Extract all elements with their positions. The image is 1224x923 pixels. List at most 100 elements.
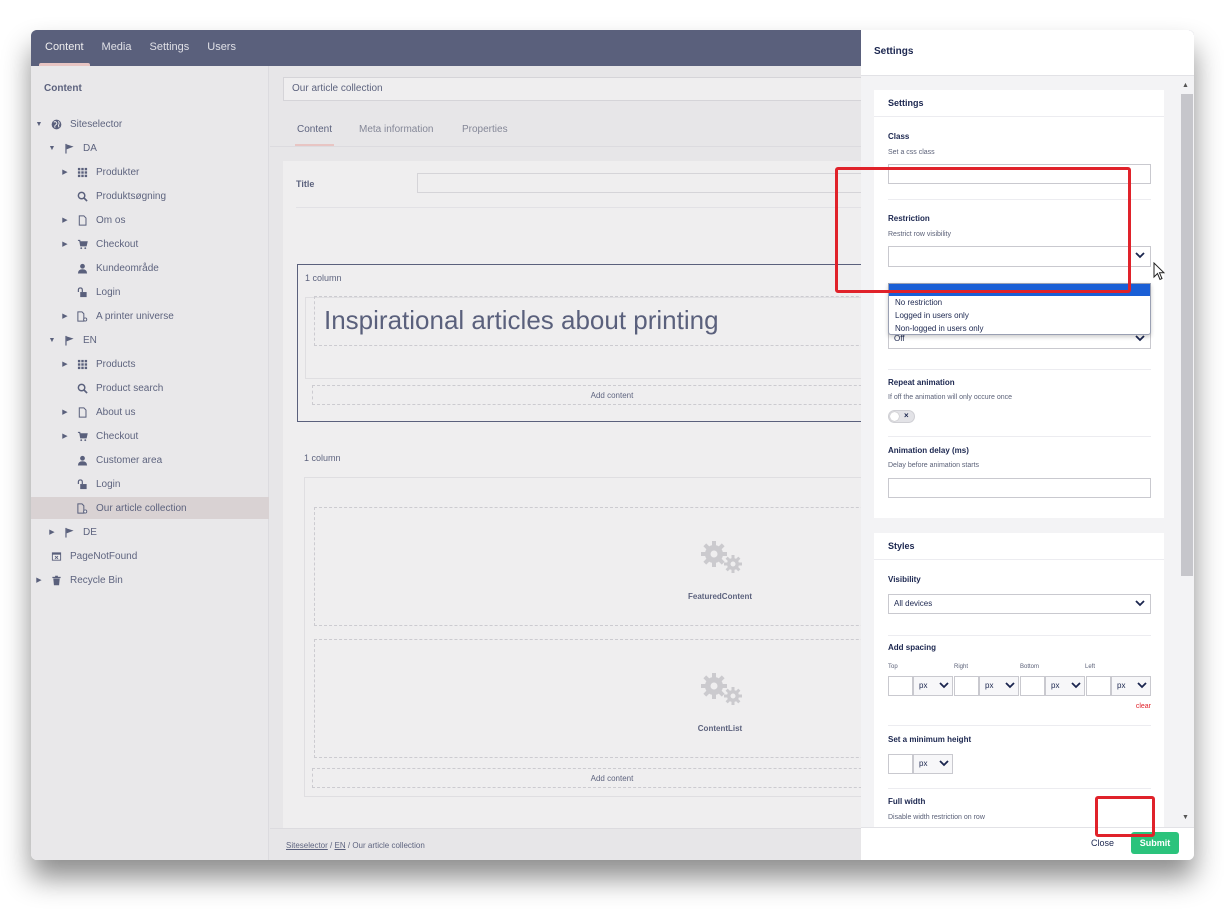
document-name-input[interactable]: Our article collection xyxy=(283,77,883,101)
cart-icon xyxy=(75,431,89,442)
tree-node[interactable]: Produktsøgning xyxy=(31,185,269,207)
panel-scrollbar[interactable]: ▲ ▼ xyxy=(1179,80,1193,825)
tree-node[interactable]: Login xyxy=(31,473,269,495)
tree-node[interactable]: ▼ DA xyxy=(31,137,269,159)
grid-row-1[interactable]: 1 column Inspirational articles about pr… xyxy=(297,264,914,422)
tree-node[interactable]: ▼ Siteselector xyxy=(31,113,269,135)
caret-right-icon[interactable]: ▶ xyxy=(35,576,43,584)
tab-meta-information[interactable]: Meta information xyxy=(359,124,433,135)
window-icon xyxy=(49,551,63,562)
caret-right-icon[interactable]: ▶ xyxy=(61,312,69,320)
tree-node[interactable]: Customer area xyxy=(31,449,269,471)
tree-node-label: A printer universe xyxy=(96,310,174,322)
caret-right-icon[interactable]: ▶ xyxy=(61,408,69,416)
panel-title: Settings xyxy=(861,30,1194,76)
content-tree: Content ▼ Siteselector ▼ DA ▶ Produkter Produk… xyxy=(31,66,269,860)
visibility-label: Visibility xyxy=(888,575,921,584)
add-content-button[interactable]: Add content xyxy=(312,385,912,405)
caret-right-icon[interactable]: ▶ xyxy=(61,240,69,248)
spacing-top-input[interactable] xyxy=(888,676,913,696)
spacing-top-unit[interactable]: px xyxy=(913,676,953,696)
tree-node[interactable]: Login xyxy=(31,281,269,303)
repeat-animation-toggle[interactable]: × xyxy=(888,410,915,423)
caret-right-icon[interactable]: ▶ xyxy=(48,528,56,536)
caret-down-icon[interactable]: ▼ xyxy=(35,121,43,128)
nav-tab-settings[interactable]: Settings xyxy=(141,41,199,66)
macro-content-list[interactable]: ContentList xyxy=(314,639,914,758)
macro-featured-content[interactable]: FeaturedContent xyxy=(314,507,914,626)
grid-row-2[interactable]: 1 column FeaturedContent ContentList Add… xyxy=(297,451,914,821)
search-icon xyxy=(75,191,89,202)
headline-editor[interactable]: Inspirational articles about printing xyxy=(314,296,914,346)
flag-icon xyxy=(62,527,76,538)
tree-node-label: Siteselector xyxy=(70,118,123,130)
animation-delay-input[interactable] xyxy=(888,478,1151,498)
spacing-right-unit[interactable]: px xyxy=(979,676,1019,696)
breadcrumb-en[interactable]: EN xyxy=(335,841,346,850)
breadcrumb-siteselector[interactable]: Siteselector xyxy=(286,841,328,850)
tree-node[interactable]: ▶ Checkout xyxy=(31,425,269,447)
tree-node-label: Our article collection xyxy=(96,502,187,514)
tree-node[interactable]: ▶ DE xyxy=(31,521,269,543)
settings-section: Settings Class Set a css class Restricti… xyxy=(874,90,1164,518)
tree-node-label: Products xyxy=(96,358,136,370)
title-input[interactable] xyxy=(417,173,887,193)
spacing-bottom-unit[interactable]: px xyxy=(1045,676,1085,696)
spacing-bottom-input[interactable] xyxy=(1020,676,1045,696)
spacing-right-input[interactable] xyxy=(954,676,979,696)
tree-node[interactable]: ▶ About us xyxy=(31,401,269,423)
tree-node[interactable]: ▶ A printer universe xyxy=(31,305,269,327)
option-logged-in-only[interactable]: Logged in users only xyxy=(889,309,1150,322)
tree-node-label: DA xyxy=(83,142,97,154)
spacing-left-input[interactable] xyxy=(1086,676,1111,696)
caret-right-icon[interactable]: ▶ xyxy=(61,432,69,440)
tree-node-label: Recycle Bin xyxy=(70,574,123,586)
scroll-up-icon[interactable]: ▲ xyxy=(1182,82,1189,89)
tab-content[interactable]: Content xyxy=(294,124,335,146)
tree-node[interactable]: Our article collection xyxy=(31,497,269,519)
caret-right-icon[interactable]: ▶ xyxy=(61,360,69,368)
visibility-value: All devices xyxy=(894,599,933,608)
spacing-clear-link[interactable]: clear xyxy=(1136,703,1151,710)
tree-node[interactable]: ▶ Produkter xyxy=(31,161,269,183)
close-button[interactable]: Close xyxy=(1091,838,1114,848)
scroll-down-icon[interactable]: ▼ xyxy=(1182,814,1189,821)
tree-node[interactable]: ▶ Checkout xyxy=(31,233,269,255)
grid-column: FeaturedContent ContentList Add content xyxy=(304,477,914,797)
nav-tab-users[interactable]: Users xyxy=(198,41,245,66)
caret-down-icon[interactable]: ▼ xyxy=(48,337,56,344)
headline-text: Inspirational articles about printing xyxy=(324,305,719,335)
editor-tabs: Content Meta information Properties xyxy=(270,111,870,147)
tab-properties[interactable]: Properties xyxy=(462,124,508,135)
tree-node-label: Login xyxy=(96,478,121,490)
tree-node[interactable]: ▶ Om os xyxy=(31,209,269,231)
search-icon xyxy=(75,383,89,394)
option-no-restriction[interactable]: No restriction xyxy=(889,296,1150,309)
tree-node[interactable]: ▶ Recycle Bin xyxy=(31,569,269,591)
nav-tab-content[interactable]: Content xyxy=(36,41,93,66)
option-non-logged-in-only[interactable]: Non-logged in users only xyxy=(889,322,1150,335)
min-height-input[interactable] xyxy=(888,754,913,774)
unit-value: px xyxy=(985,681,994,690)
min-height-unit[interactable]: px xyxy=(913,754,953,774)
tree-node[interactable]: Product search xyxy=(31,377,269,399)
spacing-left-unit[interactable]: px xyxy=(1111,676,1151,696)
unlock-icon xyxy=(75,286,89,298)
trash-icon xyxy=(49,575,63,586)
document-icon xyxy=(75,406,89,418)
chevron-down-icon xyxy=(1005,682,1015,689)
add-content-button[interactable]: Add content xyxy=(312,768,912,788)
scroll-thumb[interactable] xyxy=(1181,94,1193,576)
nav-tab-media[interactable]: Media xyxy=(93,41,141,66)
tree-node[interactable]: ▼ EN xyxy=(31,329,269,351)
caret-down-icon[interactable]: ▼ xyxy=(48,145,56,152)
tree-node-label: About us xyxy=(96,406,136,418)
visibility-select[interactable]: All devices xyxy=(888,594,1151,614)
toggle-knob xyxy=(890,412,899,421)
tree-node[interactable]: Kundeområde xyxy=(31,257,269,279)
tree-node-label: EN xyxy=(83,334,97,346)
tree-node[interactable]: PageNotFound xyxy=(31,545,269,567)
caret-right-icon[interactable]: ▶ xyxy=(61,168,69,176)
caret-right-icon[interactable]: ▶ xyxy=(61,216,69,224)
tree-node[interactable]: ▶ Products xyxy=(31,353,269,375)
